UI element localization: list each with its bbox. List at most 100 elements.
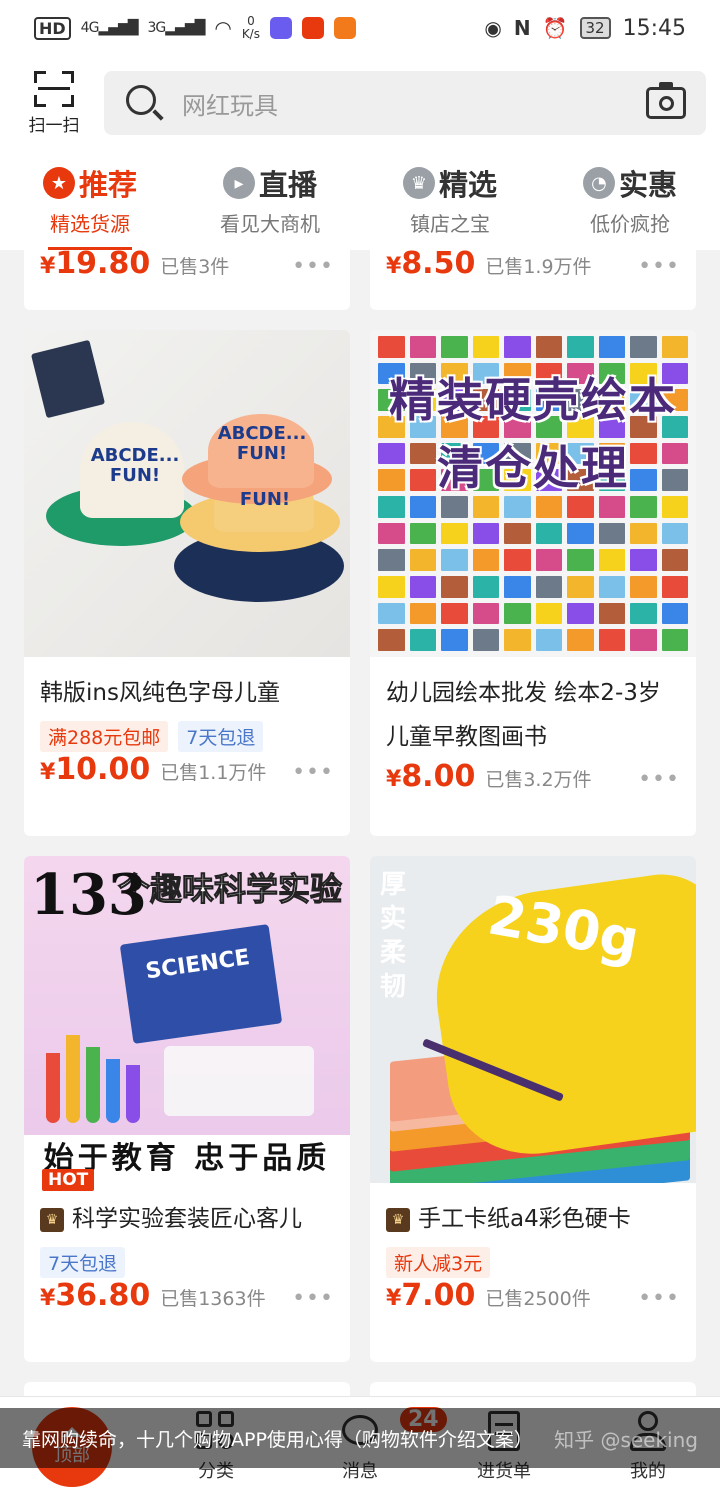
- book-cover: [441, 495, 468, 518]
- book-cover: [472, 629, 499, 651]
- product-image-hats: ABCDE... FUN! ABCDE... FUN! FUN!: [24, 330, 350, 657]
- product-card[interactable]: 个趣味科学实验 133 SCIENCE 始于教育 忠于品质 HOT ♛ 科学实验套…: [24, 856, 350, 1362]
- product-card[interactable]: 精装硬壳绘本 清仓处理 幼儿园绘本批发 绘本2-3岁儿童早教图画书 ¥ 8.00…: [370, 330, 696, 836]
- product-title[interactable]: 手工卡纸a4彩色硬卡: [418, 1206, 631, 1232]
- book-cover: [535, 629, 562, 651]
- more-icon[interactable]: •••: [292, 1286, 334, 1311]
- search-bar[interactable]: 网红玩具: [104, 71, 706, 135]
- product-image-science: 个趣味科学实验 133 SCIENCE 始于教育 忠于品质: [24, 856, 350, 1183]
- image-headline: 精装硬壳绘本: [389, 373, 677, 427]
- hat-print-text: ABCDE... FUN!: [217, 423, 307, 464]
- seller-crown-icon: ♛: [386, 1207, 410, 1232]
- book-cover: [441, 629, 468, 651]
- book-cover: [409, 495, 436, 518]
- book-cover: [504, 575, 531, 598]
- tab-title: 精选: [438, 168, 497, 202]
- currency-symbol: ¥: [386, 254, 402, 279]
- book-cover: [472, 549, 499, 571]
- scan-label: 扫一扫: [28, 115, 80, 136]
- image-number: 133: [30, 862, 147, 928]
- product-title[interactable]: 科学实验套装匠心客儿: [72, 1206, 302, 1232]
- hot-badge: HOT: [42, 1169, 95, 1191]
- tab-live[interactable]: ▸ 直播 看见大商机: [180, 150, 360, 250]
- promo-tag: 新人减3元: [386, 1247, 491, 1278]
- book-cover: [598, 495, 625, 518]
- book-cover: [378, 575, 405, 598]
- book-cover: [378, 336, 405, 358]
- sold-count: 已售3.2万件: [485, 769, 592, 791]
- clock: 15:45: [622, 15, 686, 41]
- star-icon: ★: [42, 167, 75, 199]
- book-cover: [661, 549, 688, 571]
- book-cover: [504, 602, 531, 625]
- book-cover: [535, 336, 562, 358]
- book-cover: [598, 575, 625, 598]
- product-price: 7.00: [401, 1278, 476, 1313]
- book-cover: [630, 602, 657, 625]
- return-tag: 7天包退: [178, 721, 264, 752]
- currency-symbol: ¥: [386, 767, 402, 792]
- more-icon[interactable]: •••: [292, 254, 334, 279]
- book-cover: [504, 549, 531, 571]
- book-cover: [409, 549, 436, 571]
- tag-icon: ◔: [582, 167, 615, 199]
- product-image-books: 精装硬壳绘本 清仓处理: [370, 330, 696, 657]
- product-card[interactable]: ¥ 8.50 已售1.9万件 •••: [370, 250, 696, 310]
- camera-icon[interactable]: [646, 82, 686, 119]
- book-cover: [567, 549, 594, 571]
- book-cover: [630, 549, 657, 571]
- book-cover: [567, 602, 594, 625]
- wifi-icon: ◠: [214, 16, 232, 40]
- hd-indicator: HD: [34, 16, 71, 40]
- search-input[interactable]: 网红玩具: [182, 86, 646, 121]
- book-cover: [567, 495, 594, 518]
- more-icon[interactable]: •••: [292, 760, 334, 785]
- book-cover: [409, 629, 436, 651]
- book-cover: [661, 495, 688, 518]
- tab-subtitle: 镇店之宝: [410, 212, 490, 236]
- product-title[interactable]: 幼儿园绘本批发 绘本2-3岁儿童早教图画书: [386, 671, 680, 759]
- book-cover: [441, 602, 468, 625]
- hat-print-text: FUN!: [239, 489, 291, 510]
- search-icon: [124, 83, 164, 123]
- product-price: 36.80: [55, 1278, 151, 1313]
- product-card[interactable]: [370, 1382, 696, 1396]
- book-cover: [378, 495, 405, 518]
- currency-symbol: ¥: [40, 1286, 56, 1311]
- live-icon: ▸: [222, 167, 255, 199]
- signal-3g-icon: 3G▂▄▆█: [147, 20, 206, 36]
- hat-print-text: ABCDE... FUN!: [90, 445, 180, 486]
- book-cover: [630, 629, 657, 651]
- product-card[interactable]: ABCDE... FUN! ABCDE... FUN! FUN! 韩版ins风纯…: [24, 330, 350, 836]
- book-cover: [378, 629, 405, 651]
- more-icon[interactable]: •••: [638, 767, 680, 792]
- scan-button[interactable]: 扫一扫: [22, 70, 86, 136]
- image-headline: 清仓处理: [437, 441, 629, 495]
- sold-count: 已售3件: [160, 256, 230, 278]
- book-cover: [504, 495, 531, 518]
- book-cover: [598, 549, 625, 571]
- product-feed[interactable]: ¥ 19.80 已售3件 ••• ¥ 8.50 已售1.9万件 ••• ABCD…: [0, 250, 720, 1396]
- tab-deals[interactable]: ◔ 实惠 低价疯抢: [540, 150, 720, 250]
- product-price: 10.00: [55, 752, 151, 787]
- book-cover: [378, 602, 405, 625]
- more-icon[interactable]: •••: [638, 1286, 680, 1311]
- product-card[interactable]: [24, 1382, 350, 1396]
- book-cover: [567, 336, 594, 358]
- book-cover: [630, 522, 657, 545]
- app-notification-icon: [301, 17, 324, 39]
- book-cover: [661, 522, 688, 545]
- net-speed: 0 K/s: [241, 14, 260, 41]
- book-cover: [567, 629, 594, 651]
- product-card[interactable]: ¥ 19.80 已售3件 •••: [24, 250, 350, 310]
- tab-recommend[interactable]: ★ 推荐 精选货源: [0, 150, 180, 250]
- book-cover: [630, 495, 657, 518]
- product-card[interactable]: 230g 厚实柔韧 ♛ 手工卡纸a4彩色硬卡 新人减3元 ¥ 7.00 已售250…: [370, 856, 696, 1362]
- more-icon[interactable]: •••: [638, 254, 680, 279]
- book-cover: [378, 549, 405, 571]
- book-cover: [567, 522, 594, 545]
- book-cover: [630, 575, 657, 598]
- tab-selected[interactable]: ♛ 精选 镇店之宝: [360, 150, 540, 250]
- product-title[interactable]: 韩版ins风纯色字母儿童: [40, 671, 334, 715]
- box-label: SCIENCE: [144, 945, 252, 985]
